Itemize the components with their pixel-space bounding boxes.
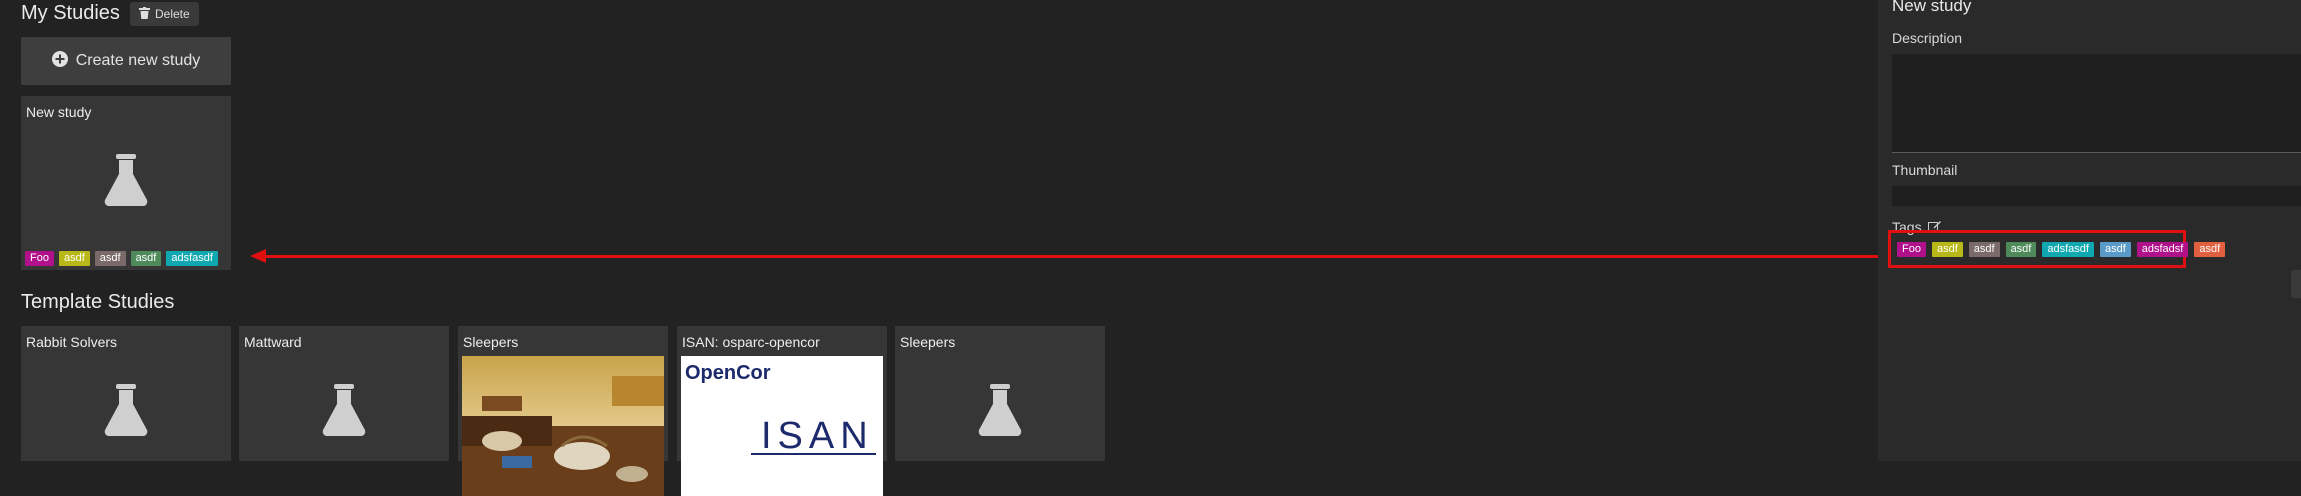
study-card-tags: Foo asdf asdf asdf adsfasdf [25,251,218,266]
template-card-title: Sleepers [900,334,956,350]
my-studies-title: My Studies [21,2,120,24]
tag: adsfasdf [166,251,218,266]
tag: asdf [130,251,162,266]
annotation-arrow-head [250,249,266,263]
create-new-study-label: Create new study [75,52,201,69]
tag: Foo [1897,241,1926,257]
tag: asdf [2005,241,2037,257]
opencor-logo-text: ISAN [761,415,874,457]
create-new-study-button[interactable]: Create new study [21,37,231,85]
save-icon[interactable] [2291,270,2301,298]
study-card-new-study[interactable]: New study Foo asdf asdf asdf adsfasdf [21,96,231,270]
delete-label: Delete [155,7,190,21]
template-card-sleepers[interactable]: Sleepers [458,326,668,496]
description-label: Description [1892,30,1963,46]
template-card-title: Mattward [244,334,302,350]
delete-button[interactable]: Delete [130,2,199,26]
study-details-panel: New study Description Thumbnail Tags Foo… [1878,0,2301,461]
painting-image [462,356,664,496]
tag: asdf [2194,241,2226,257]
tag: Foo [25,251,54,266]
tag: asdf [2099,241,2131,257]
flask-icon [103,154,149,211]
template-card-mattward[interactable]: Mattward [239,326,449,461]
template-card-title: Sleepers [463,334,519,350]
annotation-arrow-line [262,255,1878,258]
study-card-title: New study [26,104,92,120]
opencor-logo: OpenCor ISAN [681,356,883,496]
template-card-sleepers-2[interactable]: Sleepers [895,326,1105,461]
template-card-title: ISAN: osparc-opencor [682,334,820,350]
tag: asdf [1968,241,2000,257]
tag: adsfasdf [2042,241,2094,257]
template-card-rabbit-solvers[interactable]: Rabbit Solvers [21,326,231,461]
flask-icon [321,384,367,441]
tag: asdf [58,251,90,266]
description-field[interactable] [1892,54,2301,153]
thumbnail-label: Thumbnail [1892,162,1958,178]
trash-icon [139,6,150,22]
thumbnail-field[interactable] [1892,186,2301,206]
tag: asdf [94,251,126,266]
tag: adsfadsf [2136,241,2189,257]
opencor-logo-title: OpenCor [685,362,771,384]
plus-circle-icon [51,50,68,72]
flask-icon [977,384,1023,441]
template-card-isan-opencor[interactable]: ISAN: osparc-opencor OpenCor ISAN [677,326,887,496]
flask-icon [103,384,149,441]
template-studies-title: Template Studies [21,291,175,313]
template-card-title: Rabbit Solvers [26,334,118,350]
tag: asdf [1931,241,1963,257]
panel-tags-highlight: Foo asdf asdf asdf adsfasdf asdf adsfads… [1888,230,2226,268]
panel-study-title: New study [1892,0,1972,15]
